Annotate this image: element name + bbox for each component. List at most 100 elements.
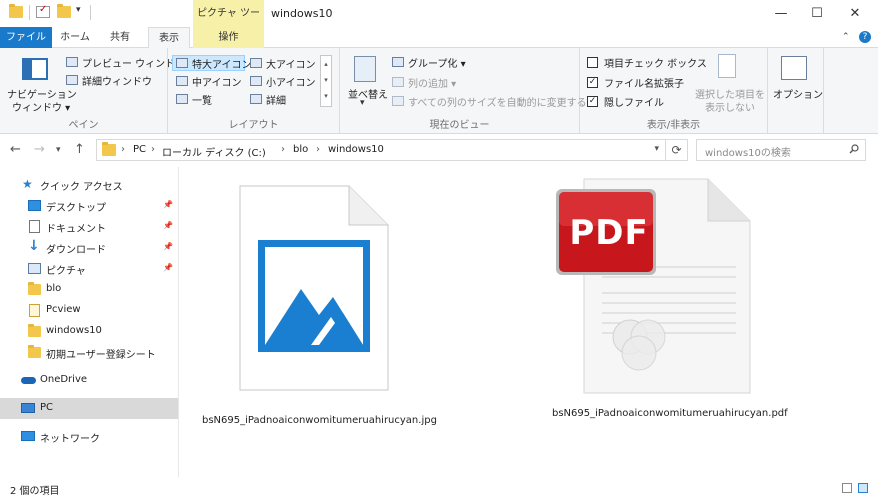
minimize-button[interactable]: — xyxy=(764,0,798,27)
close-button[interactable]: ✕ xyxy=(838,0,872,27)
tab-home[interactable]: ホーム xyxy=(55,27,95,48)
pdf-file-icon xyxy=(556,178,751,394)
sidebar-item-documents[interactable]: ドキュメント 📌 xyxy=(0,216,178,237)
options-button[interactable]: オプション xyxy=(773,86,823,101)
qat-dropdown-icon[interactable]: ▾ xyxy=(76,5,81,15)
sidebar-item-pc[interactable]: PC xyxy=(0,398,178,419)
medium-icons-icon xyxy=(176,76,188,86)
layout-small-icons[interactable]: 小アイコン xyxy=(266,74,316,89)
group-label: 表示/非表示 xyxy=(646,120,701,131)
breadcrumb-separator[interactable]: › xyxy=(121,144,125,155)
up-arrow-icon[interactable]: ↑ xyxy=(74,142,85,157)
extensions-label: ファイル名拡張子 xyxy=(604,79,684,90)
breadcrumb-blo[interactable]: blo xyxy=(293,144,308,155)
hide-selected-button-label2[interactable]: 表示しない xyxy=(705,99,755,114)
sort-button[interactable]: 並べ替え xyxy=(348,86,388,101)
options-icon xyxy=(781,56,807,80)
layout-scrollbar[interactable]: ▴ ▾ ▾ xyxy=(320,55,332,107)
sidebar-item-registration[interactable]: 初期ユーザー登録シート xyxy=(0,342,178,363)
address-dropdown-icon[interactable]: ▾ xyxy=(654,144,659,154)
layout-list[interactable]: 一覧 xyxy=(192,92,212,107)
extensions-checkbox[interactable]: ✓ xyxy=(587,77,598,88)
desktop-icon xyxy=(28,200,41,211)
sidebar-item-network[interactable]: ネットワーク xyxy=(0,426,178,447)
layout-xl-icons[interactable]: 特大アイコン xyxy=(192,56,252,71)
back-arrow-icon[interactable]: ← xyxy=(10,142,21,157)
sidebar-item-desktop[interactable]: デスクトップ 📌 xyxy=(0,195,178,216)
ribbon-collapse-icon[interactable]: ⌃ xyxy=(842,32,850,42)
sidebar-item-label: デスクトップ xyxy=(46,203,106,214)
large-icons-view-icon[interactable] xyxy=(858,483,868,493)
sidebar-item-label: ドキュメント xyxy=(46,224,106,235)
item-checkboxes-label: 項目チェック ボックス xyxy=(604,59,707,70)
size-columns-button[interactable]: すべての列のサイズを自動的に変更する xyxy=(408,94,587,109)
new-folder-icon[interactable] xyxy=(57,4,71,18)
breadcrumb-windows10[interactable]: windows10 xyxy=(328,144,384,155)
help-icon[interactable]: ? xyxy=(859,31,871,43)
pdf-badge: PDF xyxy=(569,213,649,253)
sidebar-item-windows10[interactable]: windows10 xyxy=(0,321,178,342)
small-icons-icon xyxy=(250,76,262,86)
file-item[interactable]: bsN695_iPadnoaiconwomitumeruahirucyan.jp… xyxy=(202,181,437,431)
recent-dropdown-icon[interactable]: ▾ xyxy=(56,145,61,155)
details-pane-button[interactable]: 詳細ウィンドウ xyxy=(82,73,152,88)
pin-icon[interactable]: 📌 xyxy=(163,263,173,272)
search-input[interactable]: windows10の検索 xyxy=(696,139,866,161)
group-by-icon xyxy=(392,57,404,67)
layout-large-icons[interactable]: 大アイコン xyxy=(266,56,316,71)
pin-icon[interactable]: 📌 xyxy=(163,200,173,209)
maximize-button[interactable]: ☐ xyxy=(800,0,834,27)
network-icon xyxy=(21,431,35,441)
sidebar-item-pcview[interactable]: Pcview xyxy=(0,300,178,321)
group-label: ペイン xyxy=(68,120,99,131)
show-hide-group: 項目チェック ボックス ✓ ファイル名拡張子 ✓ 隠しファイル 選択した項目を … xyxy=(580,48,768,134)
add-columns-icon xyxy=(392,77,404,87)
breadcrumb-separator[interactable]: › xyxy=(281,144,285,155)
sidebar-item-quick-access[interactable]: ★ クイック アクセス xyxy=(0,174,178,195)
folder-icon xyxy=(28,282,41,295)
pin-icon[interactable]: 📌 xyxy=(163,221,173,230)
properties-icon[interactable]: ✓ xyxy=(36,4,50,18)
layout-medium-icons[interactable]: 中アイコン xyxy=(192,74,242,89)
address-bar[interactable]: › PC › ローカル ディスク (C:) › blo › windows10 … xyxy=(96,139,666,161)
sidebar-item-blo[interactable]: blo xyxy=(0,279,178,300)
search-icon[interactable] xyxy=(849,144,859,154)
sidebar-item-downloads[interactable]: ↓ ダウンロード 📌 xyxy=(0,237,178,258)
group-by-button[interactable]: グループ化 ▾ xyxy=(408,55,466,70)
details-icon xyxy=(250,94,262,104)
hidden-items-checkbox[interactable]: ✓ xyxy=(587,96,598,107)
breadcrumb-pc[interactable]: PC xyxy=(133,144,146,155)
pin-icon[interactable]: 📌 xyxy=(163,242,173,251)
tab-view[interactable]: 表示 xyxy=(148,27,190,49)
tab-share[interactable]: 共有 xyxy=(100,27,140,48)
layout-details[interactable]: 詳細 xyxy=(266,92,286,107)
preview-pane-icon xyxy=(66,57,78,67)
sort-dropdown-icon[interactable]: ▾ xyxy=(360,98,365,108)
refresh-icon[interactable]: ⟳ xyxy=(666,139,688,161)
breadcrumb-separator[interactable]: › xyxy=(151,144,155,155)
window-title: windows10 xyxy=(271,7,333,20)
tab-file[interactable]: ファイル xyxy=(0,27,52,48)
file-name: bsN695_iPadnoaiconwomitumeruahirucyan.pd… xyxy=(552,408,788,419)
forward-arrow-icon[interactable]: → xyxy=(34,142,45,157)
breadcrumb-separator[interactable]: › xyxy=(316,144,320,155)
details-view-icon[interactable] xyxy=(842,483,852,493)
size-columns-icon xyxy=(392,96,404,106)
tab-manage[interactable]: 操作 xyxy=(193,27,264,48)
add-columns-button[interactable]: 列の追加 ▾ xyxy=(408,75,456,90)
breadcrumb-local-disk[interactable]: ローカル ディスク (C:) xyxy=(162,144,266,159)
file-list: bsN695_iPadnoaiconwomitumeruahirucyan.jp… xyxy=(180,167,878,477)
star-icon: ★ xyxy=(22,177,33,191)
sidebar-item-label: Pcview xyxy=(46,304,81,315)
item-checkboxes-checkbox[interactable] xyxy=(587,57,598,68)
file-item[interactable]: PDF bsN695_iPadnoaiconwomitumeruahirucya… xyxy=(540,175,788,431)
sidebar-item-pictures[interactable]: ピクチャ 📌 xyxy=(0,258,178,279)
ribbon-tabs: ファイル ホーム 共有 表示 操作 ⌃ ? xyxy=(0,27,878,49)
current-view-group: 並べ替え ▾ グループ化 ▾ 列の追加 ▾ すべての列のサイズを自動的に変更する… xyxy=(340,48,587,134)
folder-icon xyxy=(28,324,41,337)
nav-pane-button-label2[interactable]: ウィンドウ ▾ xyxy=(12,99,70,114)
pane-group: ナビゲーション ウィンドウ ▾ プレビュー ウィンドウ 詳細ウィンドウ ペイン xyxy=(0,48,185,134)
pcview-icon xyxy=(29,304,40,317)
status-bar: 2 個の項目 xyxy=(0,477,878,500)
sidebar-item-onedrive[interactable]: OneDrive xyxy=(0,370,178,391)
